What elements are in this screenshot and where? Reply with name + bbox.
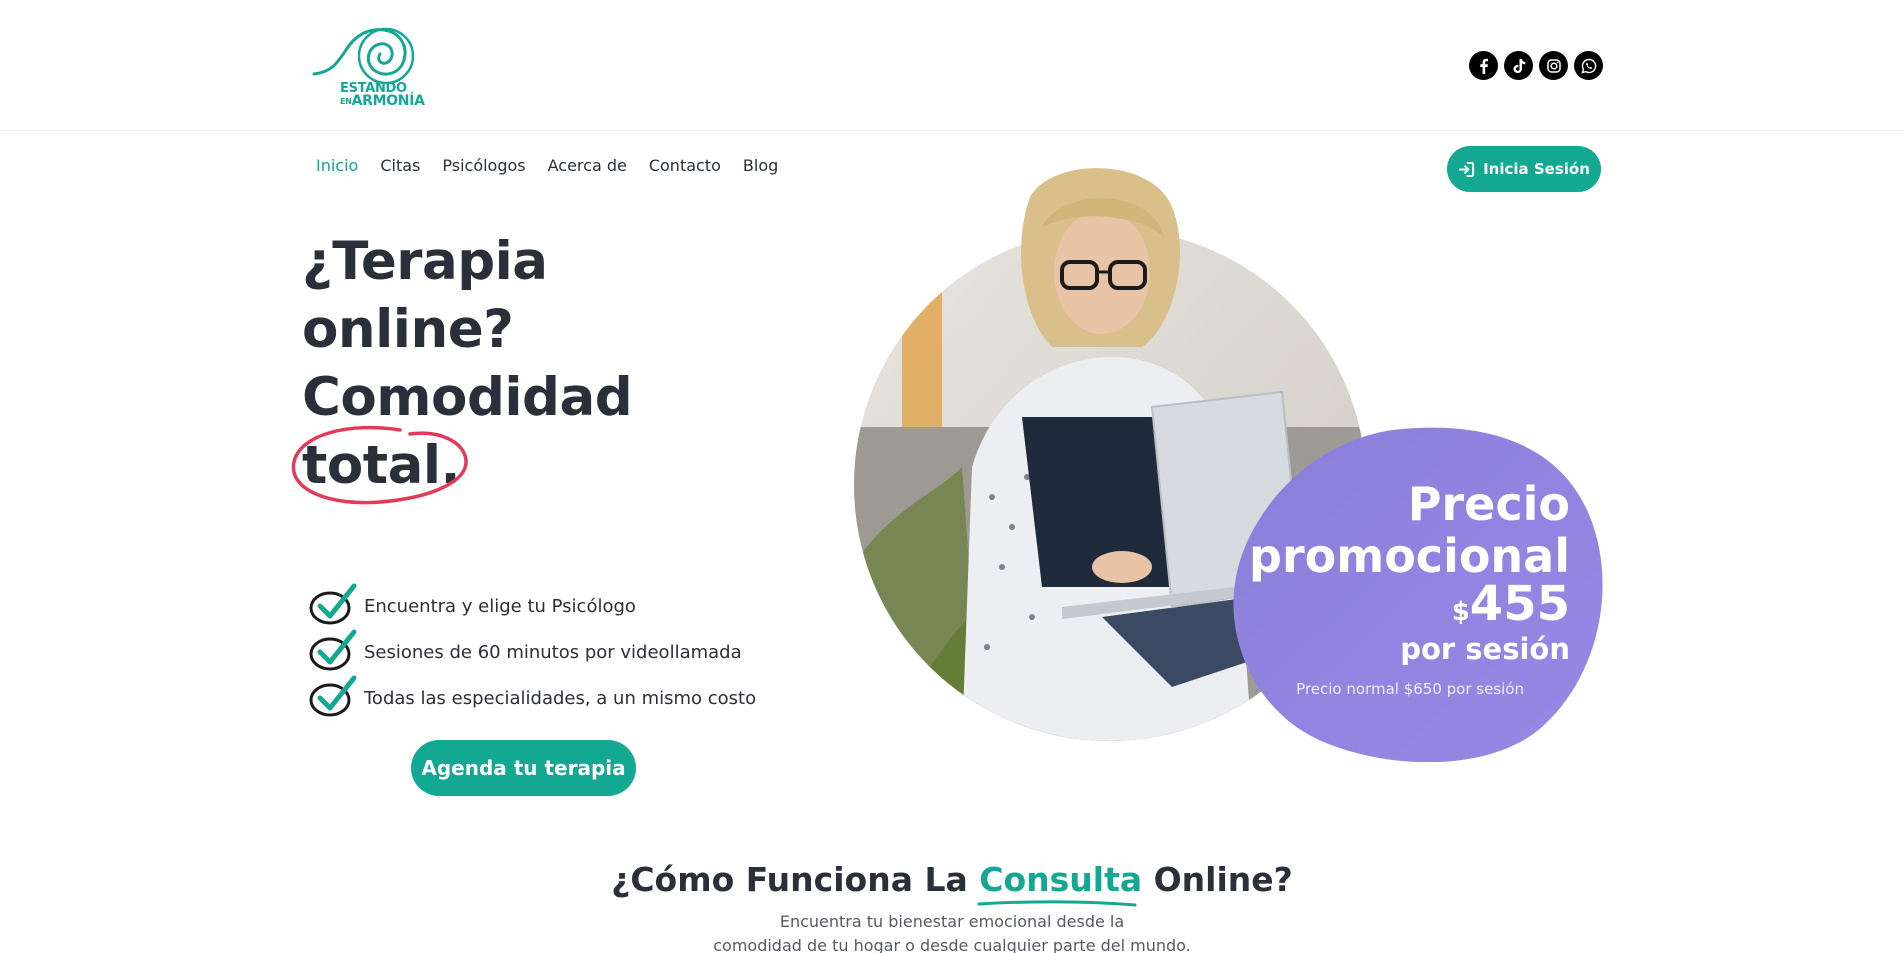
login-icon	[1459, 161, 1475, 177]
benefit-text: Todas las especialidades, a un mismo cos…	[364, 687, 757, 709]
checkmark-icon	[309, 675, 357, 717]
list-item: Sesiones de 60 minutos por videollamada	[308, 626, 756, 672]
promo-per-session: por sesión	[1400, 632, 1570, 666]
section-title-post: Online?	[1153, 860, 1293, 899]
hero-title-line1: ¿Terapia	[302, 231, 548, 292]
section-subtitle-line1: Encuentra tu bienestar emocional desde l…	[779, 912, 1125, 931]
hand-drawn-circle-decoration	[291, 425, 468, 505]
benefits-list: Encuentra y elige tu Psicólogo Sesiones …	[308, 580, 756, 718]
nav-item-inicio[interactable]: Inicio	[316, 156, 358, 175]
section-subtitle: Encuentra tu bienestar emocional desde l…	[0, 910, 1904, 953]
promo-normal-price: Precio normal $650 por sesión	[1296, 680, 1524, 698]
nav-item-contacto[interactable]: Contacto	[649, 156, 721, 175]
promo-price: $455	[1451, 576, 1570, 632]
section-title-accent: Consulta	[977, 860, 1142, 907]
main-nav: Inicio Citas Psicólogos Acerca de Contac…	[316, 156, 800, 175]
list-item: Encuentra y elige tu Psicólogo	[308, 580, 756, 626]
whatsapp-icon[interactable]	[1574, 51, 1603, 80]
promo-line2: promocional	[1249, 529, 1570, 583]
instagram-icon[interactable]	[1539, 51, 1568, 80]
nav-item-blog[interactable]: Blog	[743, 156, 778, 175]
nav-item-citas[interactable]: Citas	[380, 156, 420, 175]
top-header: ESTANDO ENARMONÍA	[0, 0, 1904, 131]
hero-title-line3: Comodidad	[302, 367, 633, 428]
benefit-text: Sesiones de 60 minutos por videollamada	[364, 641, 742, 663]
hero-title-line2: online?	[302, 299, 514, 360]
checkmark-icon	[309, 583, 357, 625]
checkmark-icon	[309, 629, 357, 671]
promo-line1: Precio	[1407, 477, 1570, 531]
benefit-text: Encuentra y elige tu Psicólogo	[364, 595, 636, 617]
underline-decoration	[977, 900, 1137, 907]
section-title-pre: ¿Cómo Funciona La	[611, 860, 968, 899]
social-links	[1469, 51, 1603, 80]
logo[interactable]: ESTANDO ENARMONÍA	[312, 22, 425, 114]
facebook-icon[interactable]	[1469, 51, 1498, 80]
logo-text-line2: ENARMONÍA	[340, 93, 425, 109]
section-title-how-it-works: ¿Cómo Funciona La Consulta Online?	[0, 860, 1904, 907]
login-button[interactable]: Inicia Sesión	[1447, 146, 1601, 192]
tiktok-icon[interactable]	[1504, 51, 1533, 80]
nav-item-psicologos[interactable]: Psicólogos	[442, 156, 525, 175]
login-button-label: Inicia Sesión	[1483, 160, 1590, 178]
section-subtitle-line2: comodidad de tu hogar o desde cualquier …	[713, 936, 1191, 953]
book-therapy-button[interactable]: Agenda tu terapia	[411, 740, 636, 796]
list-item: Todas las especialidades, a un mismo cos…	[308, 672, 756, 718]
nav-item-acerca-de[interactable]: Acerca de	[548, 156, 627, 175]
